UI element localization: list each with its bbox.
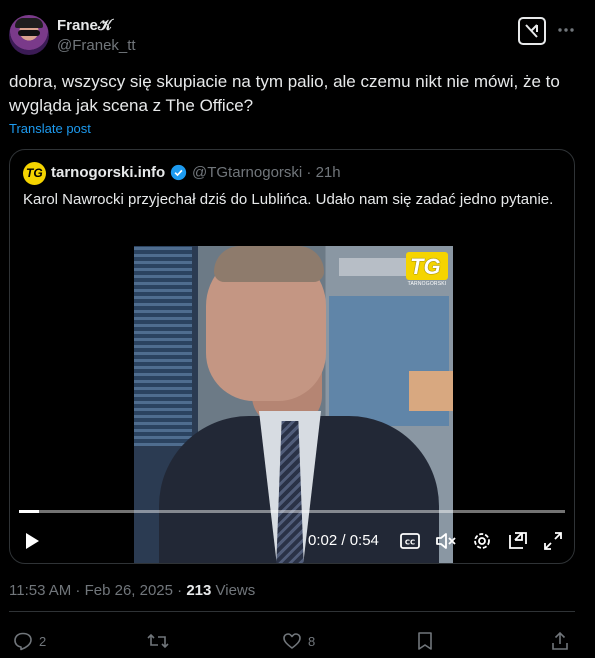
video-window-blinds [134, 246, 192, 446]
video-player[interactable]: TG TARNOGORSKI [134, 246, 453, 563]
quote-author-avatar[interactable]: TG [23, 162, 46, 185]
avatar-glasses [18, 30, 40, 36]
views-count: 213 [186, 582, 212, 599]
mute-button[interactable] [434, 529, 458, 553]
like-icon [283, 633, 301, 649]
mute-icon [436, 533, 456, 549]
divider [9, 611, 575, 612]
avatar-hat [15, 18, 43, 28]
more-options-button[interactable] [556, 20, 576, 40]
more-icon [558, 28, 574, 32]
like-button[interactable]: 8 [282, 630, 315, 652]
like-count: 8 [308, 633, 316, 649]
bookmark-icon [418, 632, 432, 650]
quote-text: Karol Nawrocki przyjechał dziś do Lubliń… [23, 191, 554, 208]
video-door-sign [339, 258, 409, 276]
video-watermark-logo: TG TARNOGORSKI [406, 252, 448, 288]
grok-icon [525, 24, 538, 38]
post-timestamp[interactable]: 11:53 AM · Feb 26, 2025 · [9, 582, 186, 599]
captions-icon: CC [400, 533, 420, 549]
svg-text:CC: CC [405, 539, 415, 547]
repost-button[interactable] [147, 630, 175, 652]
reply-icon [14, 632, 32, 651]
quoted-post[interactable]: TG tarnogorski.info @TGtarnogorski · 21h… [9, 149, 575, 564]
watermark-subtext: TARNOGORSKI [407, 281, 447, 287]
translate-post-link[interactable]: Translate post [9, 121, 91, 136]
quote-logo-text: TG [26, 166, 43, 180]
play-icon [26, 533, 39, 549]
author-avatar[interactable] [9, 15, 49, 55]
pip-icon [509, 532, 527, 549]
settings-icon [474, 533, 490, 549]
watermark-text: TG [410, 254, 441, 279]
settings-button[interactable] [470, 529, 494, 553]
video-person-hair [214, 246, 324, 282]
bookmark-button[interactable] [415, 630, 435, 652]
video-time: 0:02 / 0:54 [308, 532, 379, 549]
quote-author-name[interactable]: tarnogorski.info [51, 164, 165, 181]
author-display-name[interactable]: Frane𝒦 [57, 17, 112, 34]
post-metadata: 11:53 AM · Feb 26, 2025 · 213 Views [9, 582, 255, 599]
verified-icon [170, 164, 187, 181]
repost-icon [147, 633, 169, 649]
play-button[interactable] [21, 529, 43, 553]
grok-button[interactable] [518, 17, 546, 45]
post-text: dobra, wszyscy się skupiacie na tym pali… [9, 72, 560, 115]
views-label: Views [211, 582, 256, 599]
video-poster [409, 371, 453, 411]
video-progress-fill [19, 510, 40, 513]
share-icon [552, 631, 568, 650]
watermark-box: TG [406, 252, 448, 280]
share-button[interactable] [550, 630, 570, 652]
author-handle[interactable]: @Franek_tt [57, 37, 136, 54]
reply-button[interactable]: 2 [13, 630, 46, 652]
video-progress-bar[interactable] [19, 510, 565, 513]
quote-author-handle: @TGtarnogorski · 21h [192, 164, 341, 181]
captions-button[interactable]: CC [399, 529, 421, 553]
picture-in-picture-button[interactable] [507, 529, 529, 553]
post: Frane𝒦 @Franek_tt dobra, wszyscy się sku… [0, 0, 595, 658]
reply-count: 2 [39, 633, 47, 649]
fullscreen-button[interactable] [542, 529, 564, 553]
fullscreen-icon [544, 532, 562, 550]
